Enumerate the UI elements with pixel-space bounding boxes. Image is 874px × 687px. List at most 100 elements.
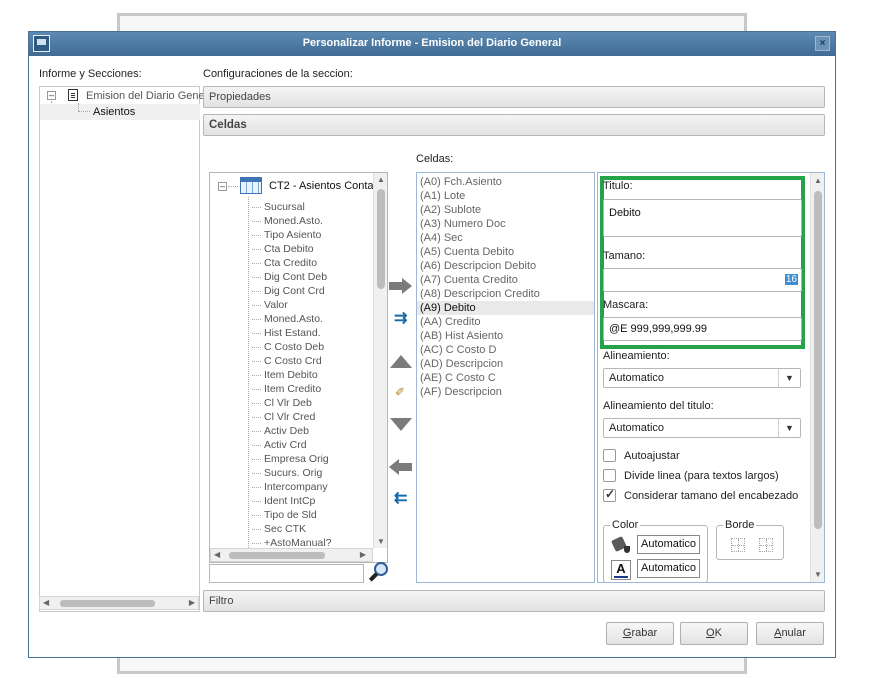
paint-bucket-icon[interactable]	[610, 534, 632, 554]
add-field-arrow-icon[interactable]	[389, 278, 413, 294]
scroll-up-icon[interactable]: ▲	[377, 175, 385, 184]
tamano-input[interactable]: 16	[603, 268, 802, 292]
field-item[interactable]: Activ Deb	[252, 425, 309, 439]
cell-item[interactable]: (AA) Credito	[417, 315, 594, 329]
font-color-select[interactable]: Automatico	[637, 559, 700, 578]
scroll-left-icon[interactable]: ◀	[43, 598, 49, 607]
cell-item[interactable]: (A8) Descripcion Credito	[417, 287, 594, 301]
field-item[interactable]: Moned.Asto.	[252, 215, 323, 229]
field-item[interactable]: Item Debito	[252, 369, 318, 383]
autoajustar-checkbox[interactable]	[603, 449, 616, 462]
move-down-icon[interactable]	[390, 418, 412, 431]
fill-color-select[interactable]: Automatico	[637, 535, 700, 554]
cell-item[interactable]: (A1) Lote	[417, 189, 594, 203]
cell-item[interactable]: (AB) Hist Asiento	[417, 329, 594, 343]
cell-item[interactable]: (A6) Descripcion Debito	[417, 259, 594, 273]
properties-section-bar[interactable]: Propiedades	[203, 86, 825, 108]
search-icon[interactable]	[368, 562, 390, 584]
scroll-right-icon[interactable]: ▶	[360, 550, 366, 559]
field-item[interactable]: Valor	[252, 299, 288, 313]
field-item[interactable]: Hist Estand.	[252, 327, 321, 341]
field-item[interactable]: Cl Vlr Cred	[251, 411, 315, 425]
border-none-icon[interactable]	[731, 538, 745, 552]
alineamiento-titulo-label: Alineamiento del titulo:	[603, 400, 714, 412]
cancel-button[interactable]: Anular	[756, 622, 824, 645]
scroll-down-icon[interactable]: ▼	[377, 537, 385, 546]
remove-field-arrow-icon[interactable]	[389, 459, 413, 475]
save-button[interactable]: Grabar	[606, 622, 674, 645]
cell-item[interactable]: (A7) Cuenta Credito	[417, 273, 594, 287]
scroll-thumb[interactable]	[377, 189, 385, 289]
filter-section-bar[interactable]: Filtro	[203, 590, 825, 612]
cell-item[interactable]: (A5) Cuenta Debito	[417, 245, 594, 259]
cells-section-bar[interactable]: Celdas	[203, 114, 825, 136]
scroll-thumb[interactable]	[814, 191, 822, 529]
cell-item[interactable]: (A0) Fch.Asiento	[417, 175, 594, 189]
field-item[interactable]: C Costo Deb	[251, 341, 324, 355]
format-brush-icon[interactable]: ✐	[395, 385, 405, 399]
field-item[interactable]: Moned.Asto.	[252, 313, 323, 327]
collapse-icon[interactable]: –	[47, 91, 56, 100]
alineamiento-titulo-select[interactable]: Automatico ▼	[603, 418, 801, 438]
scroll-right-icon[interactable]: ▶	[189, 598, 195, 607]
scroll-up-icon[interactable]: ▲	[814, 176, 822, 185]
scroll-thumb[interactable]	[229, 552, 325, 559]
field-item[interactable]: Ident IntCp	[251, 495, 315, 509]
left-tree-hscroll[interactable]: ◀ ▶	[39, 596, 199, 610]
cell-item[interactable]: (AE) C Costo C	[417, 371, 594, 385]
field-item[interactable]: Sucursal	[252, 201, 305, 215]
scroll-thumb[interactable]	[60, 600, 155, 607]
titulo-input[interactable]: Debito	[603, 199, 802, 237]
field-item[interactable]: Intercompany	[252, 481, 328, 495]
tree-item-asientos[interactable]: Asientos	[93, 106, 135, 118]
cells-section-label: Celdas	[209, 119, 247, 131]
chevron-down-icon[interactable]: ▼	[778, 419, 800, 437]
close-icon[interactable]: ×	[815, 36, 830, 51]
cell-item-selected[interactable]: (A9) Debito	[417, 301, 594, 315]
field-item[interactable]: Sucurs. Orig	[251, 467, 322, 481]
fields-vscroll[interactable]: ▲ ▼	[373, 173, 387, 548]
title-bar[interactable]: Personalizar Informe - Emision del Diari…	[29, 32, 835, 56]
field-item[interactable]: Sec CTK	[251, 523, 306, 537]
cell-item[interactable]: (A4) Sec	[417, 231, 594, 245]
chevron-down-icon[interactable]: ▼	[778, 369, 800, 387]
cell-item[interactable]: (A3) Numero Doc	[417, 217, 594, 231]
field-item[interactable]: Activ Crd	[252, 439, 307, 453]
field-item[interactable]: Cl Vlr Deb	[252, 397, 312, 411]
scroll-left-icon[interactable]: ◀	[214, 550, 220, 559]
move-up-icon[interactable]	[390, 355, 412, 368]
paint-bucket-drip	[624, 546, 630, 553]
field-item[interactable]: Tipo de Sld	[252, 509, 317, 523]
alineamiento-select[interactable]: Automatico ▼	[603, 368, 801, 388]
collapse-icon[interactable]: –	[218, 182, 227, 191]
field-item[interactable]: Cta Debito	[252, 243, 314, 257]
fields-tree-root[interactable]: CT2 - Asientos Conta	[269, 180, 374, 192]
divide-linea-checkbox[interactable]	[603, 469, 616, 482]
properties-vscroll[interactable]: ▲ ▼	[810, 173, 824, 582]
cell-item[interactable]: (A2) Sublote	[417, 203, 594, 217]
field-search-input[interactable]	[209, 564, 364, 583]
field-item[interactable]: Item Credito	[251, 383, 321, 397]
save-label: rabar	[631, 627, 658, 639]
field-item[interactable]: Tipo Asiento	[251, 229, 321, 243]
field-item[interactable]: C Costo Crd	[252, 355, 322, 369]
considerar-tamano-checkbox[interactable]	[603, 487, 616, 502]
field-item[interactable]: Dig Cont Deb	[251, 271, 327, 285]
fields-hscroll[interactable]: ◀ ▶	[210, 548, 373, 562]
considerar-tamano-label: Considerar tamano del encabezado	[624, 490, 799, 502]
field-item[interactable]: Cta Credito	[251, 257, 317, 271]
cell-item[interactable]: (AD) Descripcion	[417, 357, 594, 371]
tree-root-report[interactable]: Emision del Diario Gene	[86, 90, 205, 102]
remove-all-fields-icon[interactable]: ⇇	[394, 488, 407, 508]
field-item[interactable]: Empresa Orig	[252, 453, 329, 467]
cell-item[interactable]: (AF) Descripcion	[417, 385, 594, 399]
font-color-icon[interactable]: A	[611, 560, 631, 580]
cell-item[interactable]: (AC) C Costo D	[417, 343, 594, 357]
add-all-fields-icon[interactable]: ⇉	[394, 308, 407, 328]
border-all-icon[interactable]	[759, 538, 773, 552]
field-item[interactable]: Dig Cont Crd	[252, 285, 325, 299]
ok-button[interactable]: OK	[680, 622, 748, 645]
mascara-input[interactable]: @E 999,999,999.99	[603, 317, 802, 341]
scroll-down-icon[interactable]: ▼	[814, 570, 822, 579]
cells-label: Celdas:	[416, 153, 454, 165]
